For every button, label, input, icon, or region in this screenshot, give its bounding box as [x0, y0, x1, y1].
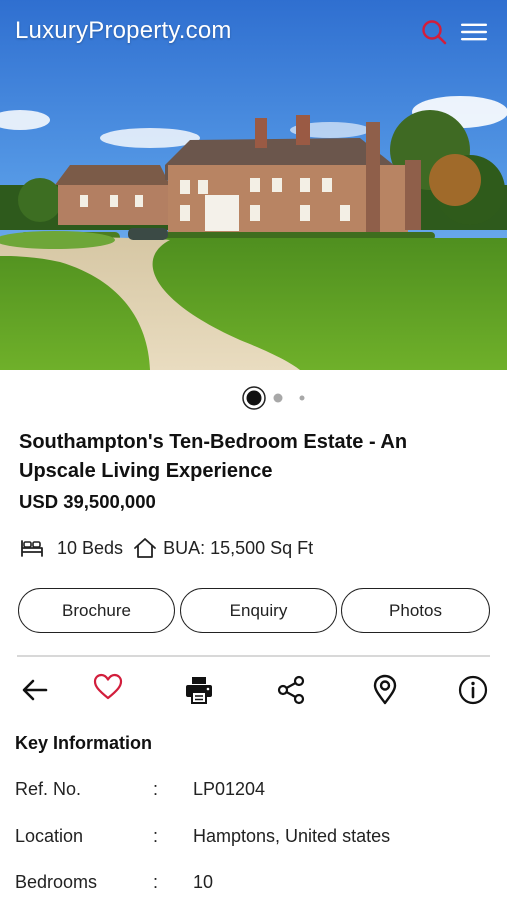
info-separator: :	[153, 872, 159, 892]
house-icon	[134, 538, 156, 558]
bed-icon	[21, 540, 43, 557]
info-value: LP01204	[193, 779, 266, 799]
location-pin-icon[interactable]	[369, 674, 401, 706]
hero-image[interactable]: LuxuryProperty.com	[0, 0, 507, 370]
bua-area: BUA: 15,500 Sq Ft	[163, 537, 314, 558]
hamburger-menu-icon[interactable]	[460, 18, 488, 46]
enquiry-button[interactable]: Enquiry	[180, 588, 337, 633]
print-icon[interactable]	[183, 674, 215, 706]
info-value: Hamptons, United states	[193, 826, 391, 846]
carousel-dot-active[interactable]	[242, 386, 266, 410]
listing-specs: 10 Beds BUA: 15,500 Sq Ft	[19, 534, 313, 562]
info-label: Location	[15, 826, 84, 846]
site-logo[interactable]: LuxuryProperty.com	[15, 17, 232, 45]
back-arrow-icon[interactable]	[19, 674, 51, 706]
carousel-dot[interactable]	[273, 393, 283, 403]
info-separator: :	[153, 826, 159, 846]
heart-icon[interactable]	[92, 671, 124, 703]
search-icon[interactable]	[420, 18, 448, 46]
photos-button[interactable]: Photos	[341, 588, 490, 633]
top-bar: LuxuryProperty.com	[0, 0, 507, 64]
brochure-button[interactable]: Brochure	[18, 588, 175, 633]
info-value: 10	[193, 872, 214, 892]
info-label: Bedrooms	[15, 872, 98, 892]
info-label: Ref. No.	[15, 779, 82, 799]
info-row-bedrooms: Bedrooms : 10	[15, 872, 495, 900]
beds-count: 10 Beds	[57, 537, 124, 558]
carousel-dot[interactable]	[299, 395, 305, 401]
divider	[17, 655, 490, 657]
listing-title: Southampton's Ten-Bedroom Estate - An Up…	[19, 431, 408, 482]
info-icon[interactable]	[457, 674, 489, 706]
info-row-ref-no: Ref. No. : LP01204	[15, 779, 495, 807]
info-separator: :	[153, 779, 159, 799]
info-row-location: Location : Hamptons, United states	[15, 826, 495, 854]
listing-price: USD 39,500,000	[19, 491, 156, 512]
share-icon[interactable]	[275, 674, 307, 706]
key-information-heading: Key Information	[15, 733, 153, 753]
carousel-indicator	[0, 384, 507, 412]
